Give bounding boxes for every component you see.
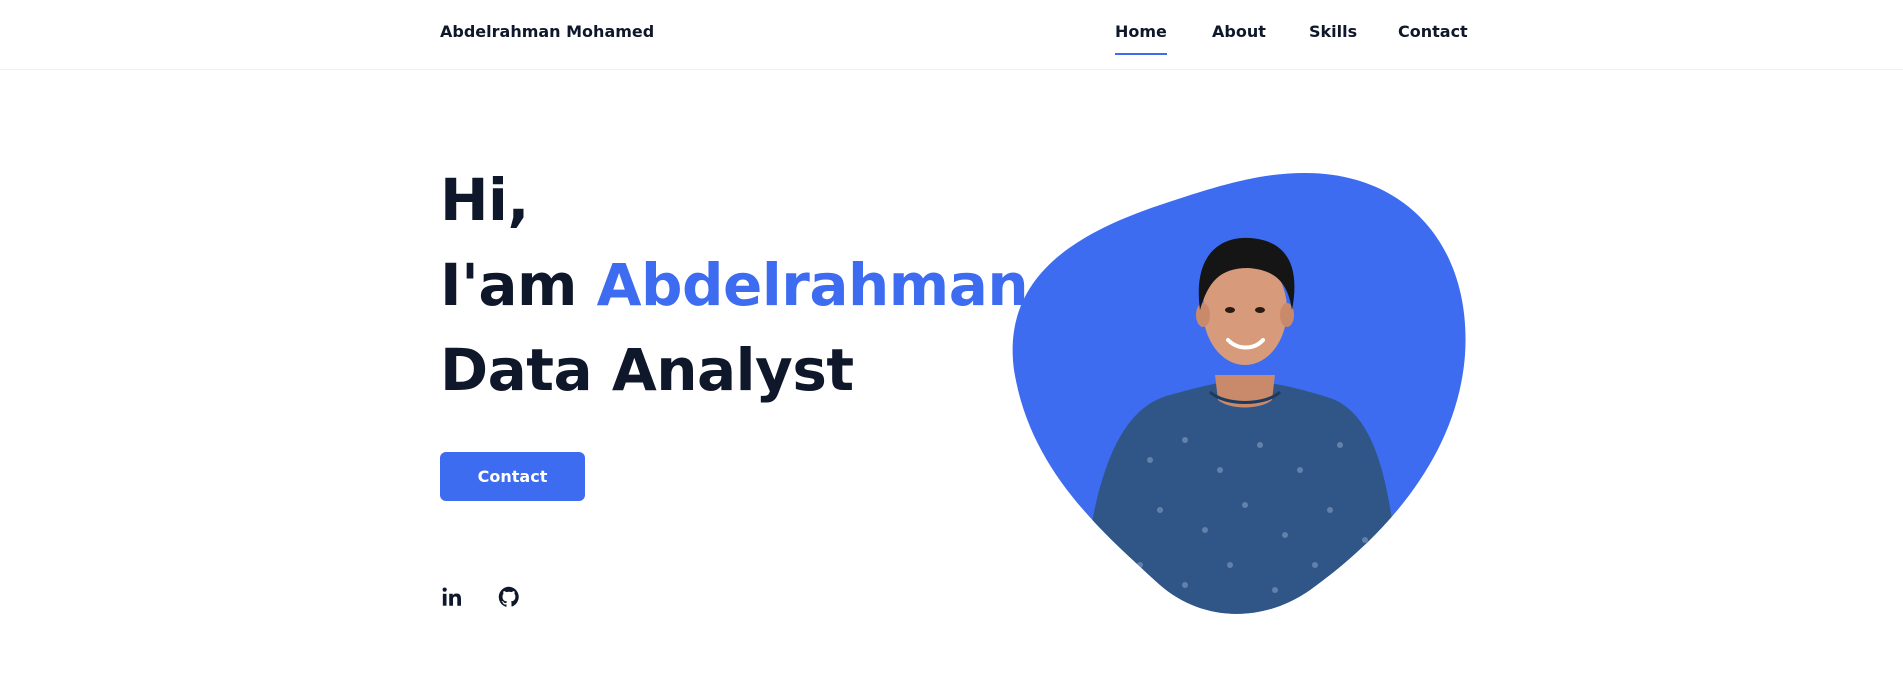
github-link[interactable] [497,585,521,609]
linkedin-link[interactable] [440,585,464,609]
hero-name: Abdelrahman [596,251,1029,319]
linkedin-icon [442,587,461,606]
nav-about[interactable]: About [1212,22,1266,41]
profile-photo [1010,170,1470,615]
contact-button[interactable]: Contact [440,452,585,501]
hero-greeting: Hi, [440,166,529,234]
profile-blob [1012,173,1466,614]
brand-name[interactable]: Abdelrahman Mohamed [440,22,654,41]
nav-skills[interactable]: Skills [1309,22,1357,41]
nav-contact[interactable]: Contact [1398,22,1468,41]
site-header: Abdelrahman Mohamed Home About Skills Co… [0,0,1903,70]
hero-role: Data Analyst [440,336,854,404]
hero-intro-prefix: I'am [440,251,597,319]
nav-home[interactable]: Home [1115,22,1167,55]
hero-title: Hi, I'am Abdelrahman Data Analyst [440,158,1029,413]
github-icon [498,586,519,607]
hero-intro: I'am Abdelrahman [440,243,1029,328]
